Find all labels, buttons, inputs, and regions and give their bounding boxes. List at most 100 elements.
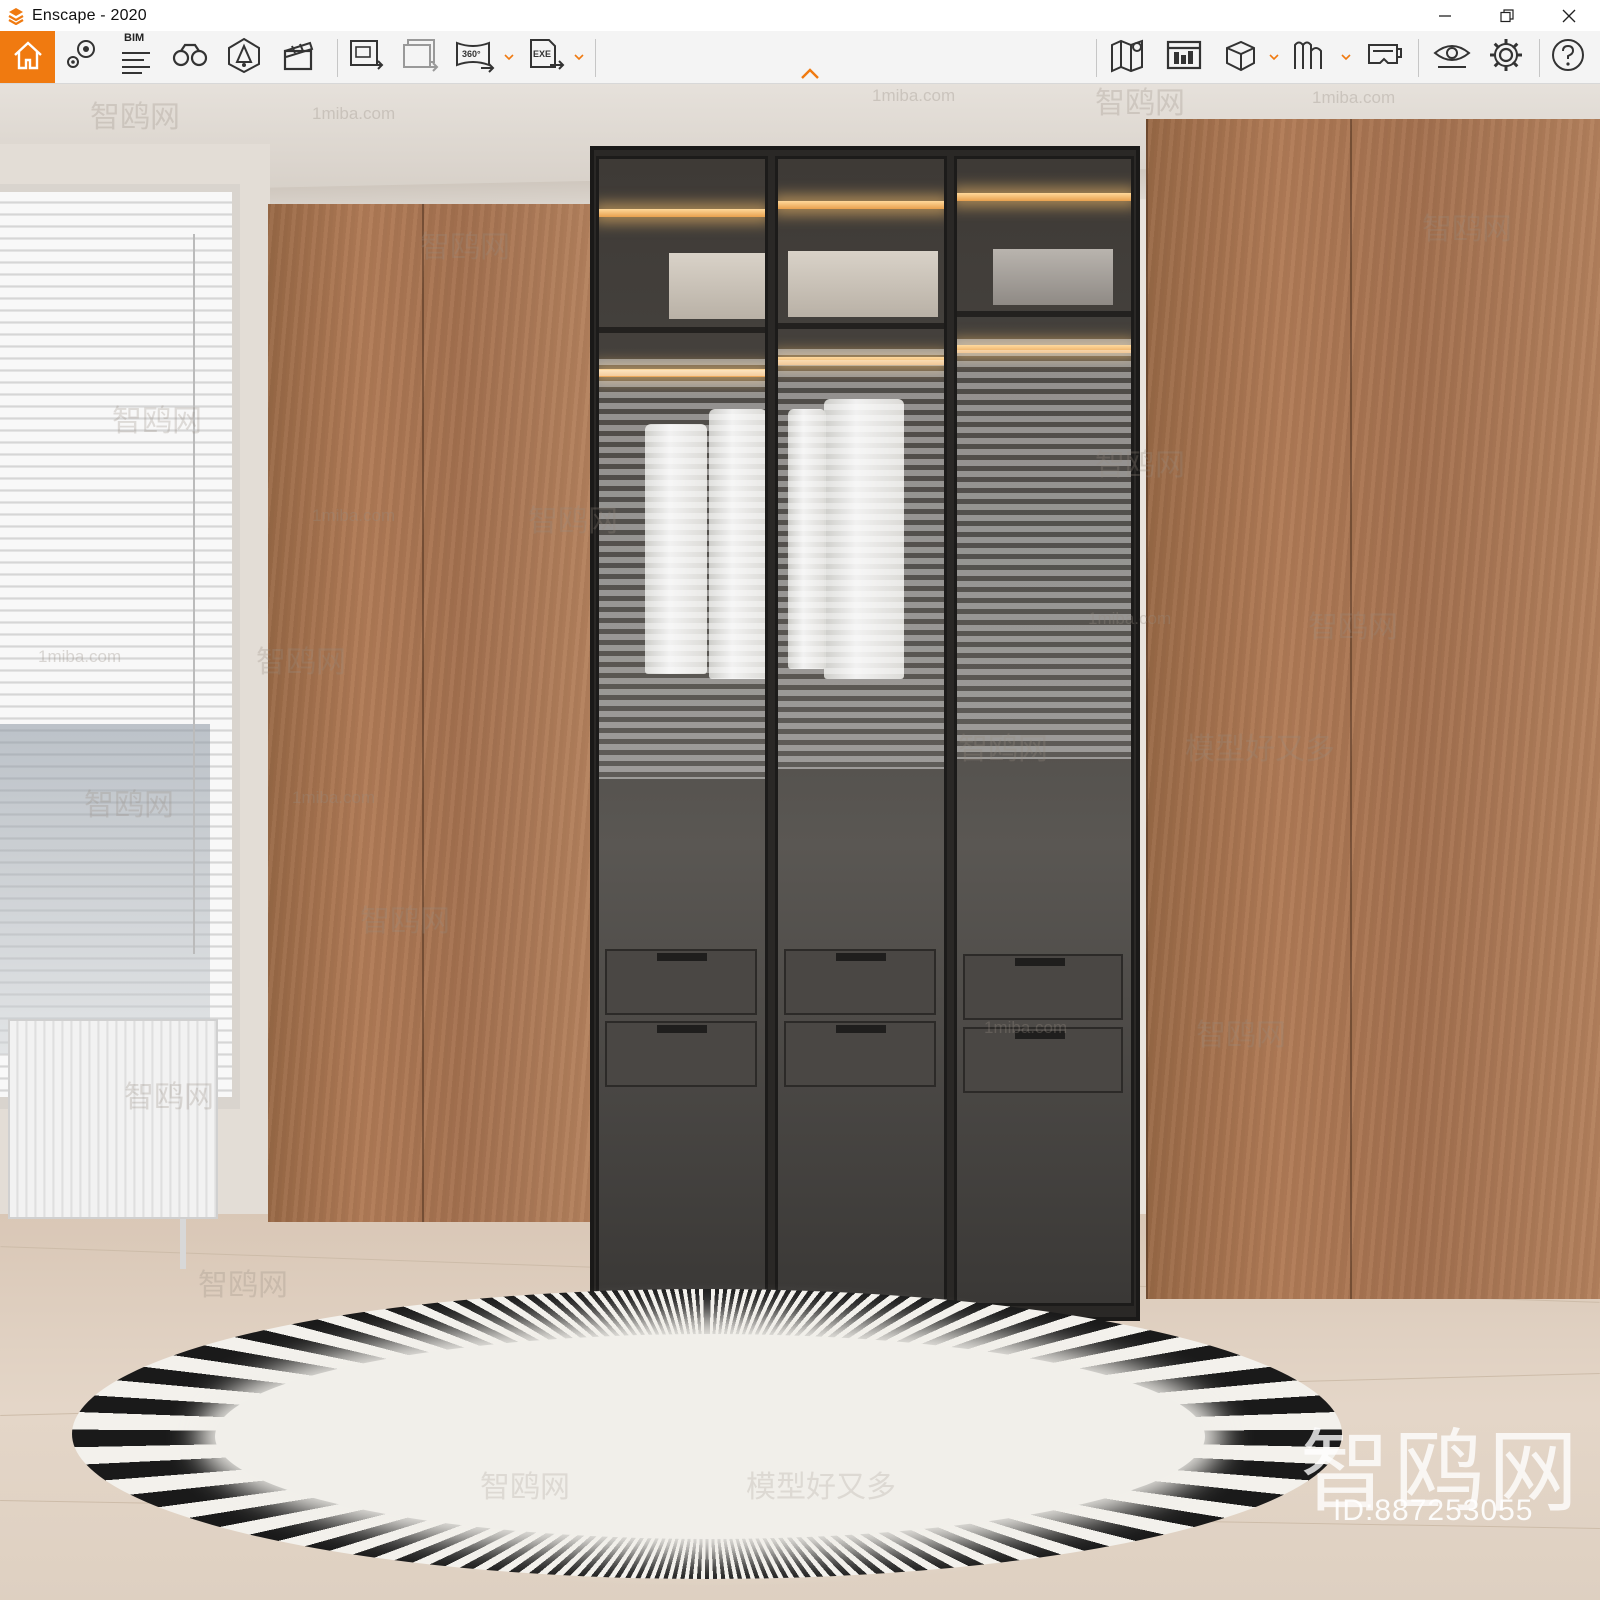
enscape-logo-icon bbox=[6, 6, 26, 26]
bim-button[interactable]: BIM bbox=[112, 32, 160, 79]
close-button[interactable] bbox=[1538, 0, 1600, 31]
help-icon bbox=[1550, 37, 1586, 78]
watermark-text: 智鸥网 bbox=[480, 1471, 570, 1504]
asset-library-button[interactable] bbox=[1216, 35, 1264, 79]
watermark-url: 1miba.com bbox=[872, 86, 956, 105]
vr-headset-icon bbox=[1364, 37, 1404, 78]
render-viewport[interactable]: 智鸥网 1miba.com 1miba.com 智鸥网 1miba.com 智鸥… bbox=[0, 84, 1600, 1600]
glass-wardrobe bbox=[590, 146, 1140, 1321]
watermark-url: 1miba.com bbox=[1312, 88, 1396, 107]
wardrobe-left-panels bbox=[268, 204, 590, 1222]
help-button[interactable] bbox=[1546, 35, 1590, 79]
radiator bbox=[8, 1019, 218, 1219]
binoculars-button[interactable] bbox=[166, 35, 214, 79]
material-menu-caret[interactable] bbox=[1340, 49, 1352, 65]
watermark-text: 智鸥网 bbox=[84, 789, 174, 822]
drawer bbox=[784, 949, 936, 1015]
folded-clothes bbox=[993, 249, 1113, 305]
watermark-text: 智鸥网 bbox=[420, 231, 510, 264]
watermark-text: 智鸥网 bbox=[958, 733, 1048, 766]
storage-box bbox=[669, 253, 765, 319]
shelf bbox=[778, 323, 944, 329]
svg-text:EXE: EXE bbox=[533, 49, 551, 59]
watermark-url: 1miba.com bbox=[38, 647, 122, 666]
blind-reflection bbox=[957, 339, 1131, 759]
collapse-toolbar-button[interactable] bbox=[798, 66, 822, 80]
glass-door-left bbox=[596, 156, 768, 1306]
storage-box bbox=[788, 251, 938, 317]
material-editor-button[interactable] bbox=[1286, 35, 1334, 79]
image-export-icon bbox=[347, 37, 385, 78]
restore-button[interactable] bbox=[1476, 0, 1538, 31]
drawer-handle bbox=[836, 1025, 886, 1033]
home-icon bbox=[11, 38, 45, 77]
watermark-text: 智鸥网 bbox=[90, 101, 180, 134]
watermark-url: 1miba.com bbox=[1088, 609, 1172, 628]
vr-headset-button[interactable] bbox=[1360, 35, 1408, 79]
chevron-up-icon bbox=[798, 67, 822, 84]
toolbar-separator bbox=[1096, 39, 1097, 77]
panorama-button[interactable]: 360° bbox=[450, 35, 498, 79]
settings-button[interactable] bbox=[1482, 35, 1530, 79]
panel-seam bbox=[1146, 119, 1148, 1299]
home-button[interactable] bbox=[0, 31, 55, 83]
video-editor-button[interactable] bbox=[274, 35, 322, 79]
watermark-slogan: 模型好又多 bbox=[746, 1471, 896, 1504]
bim-label: BIM bbox=[124, 32, 145, 44]
asset-library-menu-caret[interactable] bbox=[1268, 49, 1280, 65]
blind-reflection bbox=[599, 359, 765, 779]
title-bar: Enscape - 2020 bbox=[0, 0, 1600, 31]
watermark-text: 智鸥网 bbox=[360, 905, 450, 938]
watermark-url: 1miba.com bbox=[292, 788, 376, 807]
watermark-text: 智鸥网 bbox=[256, 646, 346, 679]
light-view-button[interactable] bbox=[220, 35, 268, 79]
watermark-slogan: 模型好又多 bbox=[1185, 733, 1335, 766]
shelf bbox=[957, 311, 1131, 317]
wardrobe-right-panels bbox=[1146, 119, 1600, 1299]
watermark-url: 1miba.com bbox=[312, 506, 396, 525]
watermark-text: 智鸥网 bbox=[1308, 611, 1398, 644]
views-button[interactable] bbox=[58, 35, 106, 79]
panel-seam bbox=[422, 204, 424, 1222]
visual-settings-button[interactable] bbox=[1428, 35, 1476, 79]
gear-icon bbox=[1487, 36, 1525, 79]
window-controls bbox=[1414, 0, 1600, 31]
export-image-button[interactable] bbox=[342, 35, 390, 79]
glass-door-center bbox=[775, 156, 947, 1306]
drawer-handle bbox=[657, 953, 707, 961]
watermark-text: 智鸥网 bbox=[1196, 1019, 1286, 1052]
led-strip bbox=[957, 193, 1131, 201]
binoculars-icon bbox=[171, 40, 209, 75]
material-editor-icon bbox=[1291, 37, 1329, 78]
batch-render-button[interactable] bbox=[396, 35, 444, 79]
watermark-text: 智鸥网 bbox=[528, 505, 618, 538]
panorama-menu-caret[interactable] bbox=[503, 49, 515, 65]
led-strip bbox=[778, 201, 944, 209]
watermark-text: 智鸥网 bbox=[124, 1081, 214, 1114]
watermark-id: ID:887253055 bbox=[1333, 1494, 1534, 1527]
map-button[interactable] bbox=[1104, 35, 1152, 79]
drawer bbox=[784, 1021, 936, 1087]
toolbar-separator bbox=[337, 39, 338, 77]
rug-center bbox=[215, 1334, 1205, 1539]
watermark-text: 智鸥网 bbox=[1422, 213, 1512, 246]
drawer bbox=[605, 1021, 757, 1087]
exe-menu-caret[interactable] bbox=[573, 49, 585, 65]
watermark-text: 智鸥网 bbox=[112, 405, 202, 438]
panel-seam bbox=[1350, 119, 1352, 1299]
cube-icon bbox=[1221, 37, 1259, 78]
main-toolbar: BIM 360° EXE bbox=[0, 31, 1600, 84]
panorama-360-icon: 360° bbox=[453, 37, 495, 78]
eye-icon bbox=[1432, 37, 1472, 78]
export-exe-button[interactable]: EXE bbox=[522, 35, 570, 79]
minimize-button[interactable] bbox=[1414, 0, 1476, 31]
web-viewer-button[interactable] bbox=[1160, 35, 1208, 79]
watermark-text: 智鸥网 bbox=[198, 1269, 288, 1302]
location-pin-icon bbox=[64, 37, 100, 78]
drawer-handle bbox=[836, 953, 886, 961]
toolbar-separator bbox=[595, 39, 596, 77]
watermark-url: 1miba.com bbox=[312, 104, 396, 123]
svg-text:360°: 360° bbox=[462, 49, 481, 59]
clapperboard-icon bbox=[280, 37, 316, 78]
drawer bbox=[605, 949, 757, 1015]
